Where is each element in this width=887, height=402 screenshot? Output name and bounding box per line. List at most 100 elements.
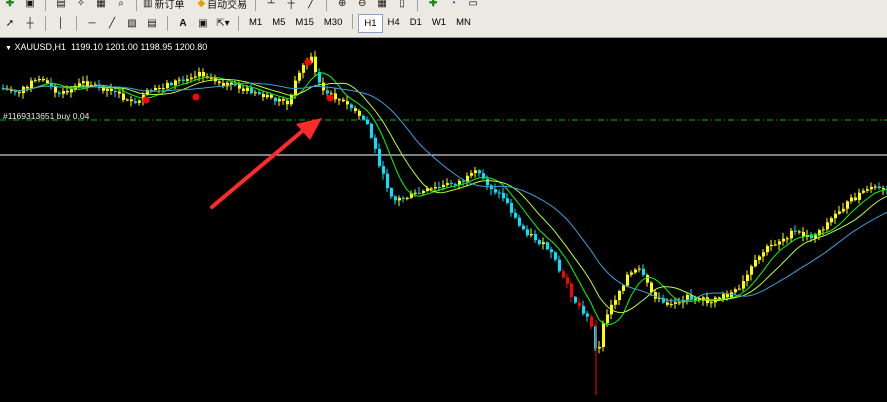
- crosshair-icon[interactable]: ┼: [21, 15, 39, 32]
- candle-body: [754, 259, 757, 267]
- timeframe-h1[interactable]: H1: [358, 14, 383, 33]
- ma-mid-line: [2, 78, 887, 314]
- timeframe-m5[interactable]: M5: [267, 14, 290, 31]
- tester-icon[interactable]: ⌕: [112, 0, 130, 12]
- candle-body: [138, 100, 141, 103]
- candle-body: [450, 183, 453, 185]
- timeframe-m1[interactable]: M1: [244, 14, 267, 31]
- terminal-icon[interactable]: ▦: [92, 0, 110, 12]
- candle-body: [882, 188, 885, 190]
- candle-body: [406, 197, 409, 199]
- order-label: #1169313651 buy 0.04: [3, 111, 90, 121]
- candle-body: [722, 294, 725, 300]
- candle-body: [30, 80, 33, 89]
- ohlc-values: 1199.10 1201.00 1198.95 1200.80: [70, 42, 208, 52]
- candle-body: [282, 99, 285, 101]
- candle-body: [750, 266, 753, 275]
- horizontal-line-icon[interactable]: ─: [83, 15, 101, 32]
- candle-body: [490, 185, 493, 190]
- candle-body: [578, 302, 581, 307]
- arrows-icon[interactable]: ⇱▾: [214, 15, 232, 32]
- timeframe-m30[interactable]: M30: [319, 14, 347, 31]
- candle-body: [674, 302, 677, 304]
- chart-area[interactable]: [0, 38, 887, 402]
- candle-body: [678, 302, 681, 304]
- candle-body: [826, 222, 829, 230]
- candle-body: [54, 86, 57, 93]
- candle-body: [254, 92, 257, 94]
- timeframe-h4[interactable]: H4: [383, 14, 405, 31]
- candle-body: [638, 268, 641, 270]
- candle-body: [210, 77, 213, 79]
- candle-body: [818, 230, 821, 236]
- trade-marker: [192, 93, 200, 101]
- profiles-icon[interactable]: ▣: [21, 0, 39, 12]
- candle-chart-icon[interactable]: ┼: [282, 0, 300, 12]
- navigator-icon[interactable]: ✧: [72, 0, 90, 12]
- add-chart-icon[interactable]: ✚: [1, 0, 19, 12]
- candle-body: [166, 82, 169, 89]
- candle-body: [386, 173, 389, 189]
- label-icon[interactable]: ▣: [194, 15, 212, 32]
- candle-body: [582, 306, 585, 314]
- channel-icon[interactable]: ▧: [123, 15, 141, 32]
- periods-icon[interactable]: ◔: [444, 0, 462, 12]
- candle-body: [246, 87, 249, 92]
- candle-body: [554, 252, 557, 260]
- new-order-button[interactable]: ▥ 新订单: [143, 0, 186, 12]
- market-watch-icon[interactable]: ▤: [52, 0, 70, 12]
- indicators-icon[interactable]: ✚: [424, 0, 442, 12]
- candle-body: [26, 86, 29, 89]
- candle-body: [774, 244, 777, 246]
- candle-body: [126, 99, 129, 101]
- timeframe-mn[interactable]: MN: [451, 14, 476, 31]
- timeframe-w1[interactable]: W1: [427, 14, 451, 31]
- zoom-out-icon[interactable]: ⊖: [353, 0, 371, 12]
- candle-body: [190, 77, 193, 80]
- candle-body: [178, 79, 181, 81]
- candle-body: [338, 99, 341, 101]
- toolbar-row-top: ✚ ▣ ▤ ✧ ▦ ⌕ ▥ 新订单 ◆ 自动交易 ┴ ┼ ╱ ⊕ ⊖ ▦ ▯ ✚ ◔…: [0, 0, 887, 13]
- candle-body: [294, 80, 297, 96]
- cursor-icon[interactable]: ➚: [1, 15, 19, 32]
- candle-body: [430, 188, 433, 190]
- autotrading-label: 自动交易: [207, 0, 248, 11]
- templates-icon[interactable]: ▭: [464, 0, 482, 12]
- vertical-line-icon[interactable]: │: [52, 15, 70, 32]
- candle-body: [526, 229, 529, 236]
- candle-body: [346, 101, 349, 105]
- candle-body: [258, 92, 261, 95]
- candle-body: [814, 235, 817, 239]
- candle-body: [438, 187, 441, 189]
- candle-body: [470, 173, 473, 176]
- candle-body: [494, 189, 497, 193]
- candle-body: [854, 197, 857, 200]
- candle-body: [846, 201, 849, 209]
- candle-body: [158, 87, 161, 89]
- autotrading-button[interactable]: ◆ 自动交易: [197, 0, 249, 12]
- candle-body: [718, 297, 721, 300]
- candle-body: [870, 186, 873, 190]
- candle-body: [266, 94, 269, 98]
- line-chart-icon[interactable]: ╱: [302, 0, 320, 12]
- candle-body: [606, 314, 609, 324]
- candle-body: [70, 89, 73, 93]
- candle-body: [502, 192, 505, 199]
- candle-body: [114, 91, 117, 93]
- chart-shift-icon[interactable]: ▯: [393, 0, 411, 12]
- candle-body: [570, 283, 573, 297]
- new-order-label: 新订单: [154, 0, 185, 11]
- candle-body: [86, 81, 89, 86]
- tile-windows-icon[interactable]: ▦: [373, 0, 391, 12]
- text-icon[interactable]: A: [174, 15, 192, 32]
- candle-body: [118, 91, 121, 94]
- candle-body: [798, 231, 801, 233]
- bar-chart-icon[interactable]: ┴: [262, 0, 280, 12]
- trendline-icon[interactable]: ╱: [103, 15, 121, 32]
- zoom-in-icon[interactable]: ⊕: [333, 0, 351, 12]
- candle-body: [286, 100, 289, 105]
- timeframe-m15[interactable]: M15: [290, 14, 318, 31]
- timeframe-d1[interactable]: D1: [405, 14, 427, 31]
- candle-body: [382, 166, 385, 174]
- fibonacci-icon[interactable]: ▤: [143, 15, 161, 32]
